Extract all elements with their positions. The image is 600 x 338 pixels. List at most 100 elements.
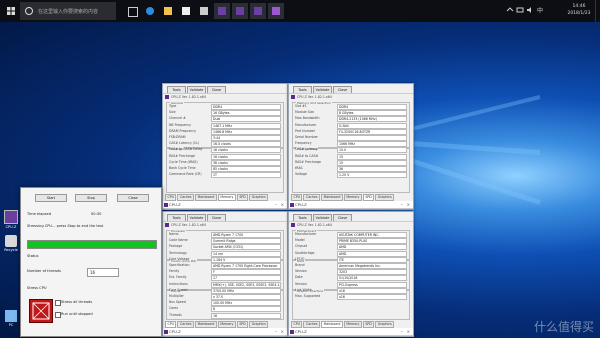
tab-mainboard[interactable]: Mainboard: [321, 194, 343, 201]
tab-spd[interactable]: SPD: [236, 321, 249, 328]
desktop-icon-pc[interactable]: PC: [3, 310, 19, 327]
cpu-z-icon: [164, 202, 168, 207]
explorer-button[interactable]: [160, 3, 176, 19]
cpuz-title: CPU-Z: [295, 329, 307, 334]
mail-button[interactable]: [196, 3, 212, 19]
cpuz-statusbar: CPU-Z Ver. 1.82.1.x64: [163, 221, 287, 228]
cpuz-window[interactable]: Tools Validate Close CPU-Z Ver. 1.82.1.x64 G…: [162, 83, 288, 210]
volume-icon[interactable]: [526, 6, 534, 14]
cpuz-version: CPU-Z Ver. 1.82.1.x64: [171, 95, 206, 99]
close-icon[interactable]: ×: [407, 329, 410, 334]
tab-caches[interactable]: Caches: [177, 194, 195, 201]
tab-memory[interactable]: Memory: [217, 194, 236, 201]
cpuz-field-label: Version: [295, 269, 307, 274]
ime-icon[interactable]: 中: [536, 6, 544, 15]
cpuz-taskbar-button-2[interactable]: [232, 3, 248, 19]
tab-cpu[interactable]: CPU: [291, 194, 303, 201]
cpuz-row: Max Bandwidth DDR4-2133 (1066 MHz): [295, 116, 407, 123]
tab-cpu[interactable]: CPU: [165, 194, 177, 201]
cpuz-row: DRAM Frequency 1466.8 MHz: [169, 128, 281, 135]
start-button[interactable]: [2, 2, 20, 20]
cpuz-field-label: Cycle Time (tRAS): [169, 159, 198, 164]
cpuz-titlebar[interactable]: CPU-Z – ×: [289, 328, 413, 336]
tab-graphics[interactable]: Graphics: [249, 321, 269, 328]
cpuz-field-label: Core Speed: [169, 287, 188, 292]
stress-test-window[interactable]: Start Stop Close Time elapsed 00:30 Stre…: [20, 187, 162, 337]
stop-button[interactable]: Stop: [75, 194, 107, 202]
cpuz-title: CPU-Z: [295, 202, 307, 207]
cpuz-field-value: DDR4: [211, 104, 281, 110]
cpuz-row: RAS# Precharge 15: [295, 159, 407, 166]
store-button[interactable]: [178, 3, 194, 19]
desktop-icon-recycle[interactable]: Recycle: [3, 235, 19, 252]
close-icon[interactable]: ×: [281, 202, 284, 207]
tab-memory[interactable]: Memory: [343, 194, 362, 201]
threads-spinbox[interactable]: 16: [87, 268, 119, 277]
tab-caches[interactable]: Caches: [177, 321, 195, 328]
taskbar-search-box[interactable]: 在这里输入你要搜索的内容: [20, 2, 116, 20]
close-icon[interactable]: ×: [407, 202, 410, 207]
tab-mainboard[interactable]: Mainboard: [321, 321, 343, 328]
minimize-icon[interactable]: –: [401, 202, 403, 207]
task-view-button[interactable]: [124, 3, 140, 19]
start-button[interactable]: Start: [35, 194, 67, 202]
tab-spd[interactable]: SPD: [236, 194, 249, 201]
cpuz-field-label: RAS# to CAS#: [295, 153, 319, 158]
tab-memory[interactable]: Memory: [343, 321, 362, 328]
cpuz-window[interactable]: Tools Validate Close CPU-Z Ver. 1.82.1.x64 M…: [288, 211, 414, 337]
desktop-icon-cpuz[interactable]: CPU-Z: [3, 210, 19, 229]
tab-spd[interactable]: SPD: [362, 194, 375, 201]
cpuz-field-label: Model: [295, 238, 305, 243]
cpu-z-icon: [291, 95, 295, 99]
cpuz-row: Brand American Megatrends Inc.: [295, 263, 407, 269]
tab-caches[interactable]: Caches: [303, 194, 321, 201]
tab-caches[interactable]: Caches: [303, 321, 321, 328]
tab-mainboard[interactable]: Mainboard: [195, 321, 217, 328]
tab-graphics[interactable]: Graphics: [375, 321, 395, 328]
minimize-icon[interactable]: –: [275, 329, 277, 334]
cpuz-field-label: Channel #: [169, 116, 186, 121]
cpuz-window[interactable]: Tools Validate Close CPU-Z Ver. 1.82.1.x64 M…: [288, 83, 414, 210]
cpuz-field-value: 85 clocks: [211, 166, 281, 172]
cpuz-taskbar-button-1[interactable]: [214, 3, 230, 19]
cpuz-taskbar-button-3[interactable]: [250, 3, 266, 19]
taskbar-clock[interactable]: 14:46 2018/1/23: [566, 3, 592, 17]
cpuz-titlebar[interactable]: CPU-Z – ×: [163, 201, 287, 209]
recycle-bin-icon: [5, 235, 17, 247]
close-button[interactable]: Close: [117, 194, 149, 202]
mail-icon: [200, 7, 208, 15]
close-icon[interactable]: ×: [281, 329, 284, 334]
cpuz-window[interactable]: Tools Validate Close CPU-Z Ver. 1.82.1.x64 P…: [162, 211, 288, 337]
tab-memory[interactable]: Memory: [217, 321, 236, 328]
tab-mainboard[interactable]: Mainboard: [195, 194, 217, 201]
stress-hint: Stressing CPU... press Stop to end the t…: [27, 224, 104, 228]
cpuz-titlebar[interactable]: CPU-Z – ×: [163, 328, 287, 336]
cpuz-field-value: AMD: [337, 250, 407, 257]
tab-graphics[interactable]: Graphics: [375, 194, 395, 201]
cpuz-row: Frequency 1066 MHz: [295, 141, 407, 148]
cpuz-row: Version 3203: [295, 269, 407, 276]
tab-spd[interactable]: SPD: [362, 321, 375, 328]
cpu-z-icon: [290, 329, 294, 334]
tab-cpu[interactable]: CPU: [165, 321, 177, 328]
minimize-icon[interactable]: –: [275, 202, 277, 207]
tab-cpu[interactable]: CPU: [291, 321, 303, 328]
cpuz-row: Specification AMD Ryzen 7 1700 Eight-Cor…: [169, 263, 281, 269]
show-desktop-button[interactable]: [595, 0, 599, 22]
cpuz-field-value: 16 clocks: [211, 153, 281, 160]
task-view-icon: [128, 7, 138, 17]
edge-button[interactable]: [142, 3, 158, 19]
cpuz-field-value: x16: [337, 287, 407, 294]
cpuz-row: Slot #1 DDR4: [295, 104, 407, 110]
cpuz-field-label: Threads: [169, 312, 182, 317]
cpuz-version: CPU-Z Ver. 1.82.1.x64: [297, 95, 332, 99]
tab-graphics[interactable]: Graphics: [249, 194, 269, 201]
cpuz-tab-bar: CPUCachesMainboardMemorySPDGraphicsBench…: [291, 194, 411, 208]
minimize-icon[interactable]: –: [401, 329, 403, 334]
network-icon[interactable]: [516, 6, 524, 14]
cpuz-field-value: 8 GBytes: [337, 110, 407, 117]
cpuz-field-value: Summit Ridge: [211, 238, 281, 245]
stress-taskbar-button[interactable]: [268, 3, 284, 19]
cpuz-titlebar[interactable]: CPU-Z – ×: [289, 201, 413, 209]
tray-chevron-icon[interactable]: [506, 6, 514, 14]
